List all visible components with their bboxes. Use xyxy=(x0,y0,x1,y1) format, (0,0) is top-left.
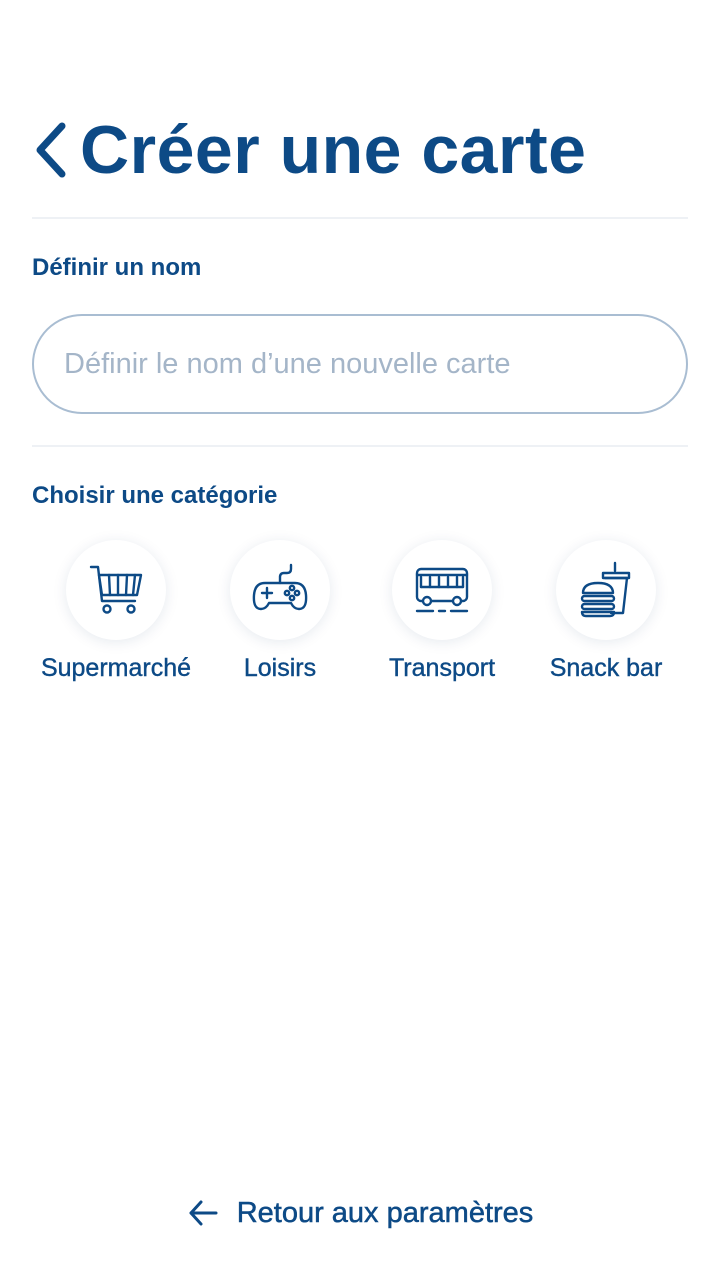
category-label: Supermarché xyxy=(40,654,192,682)
category-transport[interactable]: Transport xyxy=(360,540,524,683)
back-button[interactable] xyxy=(32,118,72,182)
category-supermarche[interactable]: Supermarché xyxy=(34,540,198,683)
card-name-input[interactable] xyxy=(32,314,688,414)
category-list: Supermarché Loisirs Transport Snack bar xyxy=(0,540,720,700)
category-circle xyxy=(392,540,492,640)
category-circle xyxy=(66,540,166,640)
category-section-label: Choisir une catégorie xyxy=(32,482,278,509)
burger-drink-icon xyxy=(580,561,631,618)
category-label: Loisirs xyxy=(243,654,317,682)
arrow-left-icon xyxy=(187,1198,221,1228)
shopping-cart-icon xyxy=(89,565,143,614)
category-circle xyxy=(230,540,330,640)
category-snack-bar[interactable]: Snack bar xyxy=(524,540,688,683)
back-to-settings-label: Retour aux paramètres xyxy=(236,1196,534,1229)
name-section-label: Définir un nom xyxy=(32,254,202,281)
category-circle xyxy=(556,540,656,640)
header-divider xyxy=(32,217,688,219)
category-label: Snack bar xyxy=(549,654,663,682)
page-title: Créer une carte xyxy=(80,112,587,188)
category-label: Transport xyxy=(388,654,496,682)
gamepad-icon xyxy=(252,563,308,611)
section-divider xyxy=(32,445,688,447)
category-loisirs[interactable]: Loisirs xyxy=(198,540,362,683)
back-to-settings-link[interactable]: Retour aux paramètres xyxy=(0,1188,720,1238)
create-card-screen: Créer une carte Définir un nom Choisir u… xyxy=(0,0,720,1280)
bus-icon xyxy=(415,567,469,613)
header: Créer une carte xyxy=(32,108,586,192)
chevron-left-icon xyxy=(36,122,66,178)
